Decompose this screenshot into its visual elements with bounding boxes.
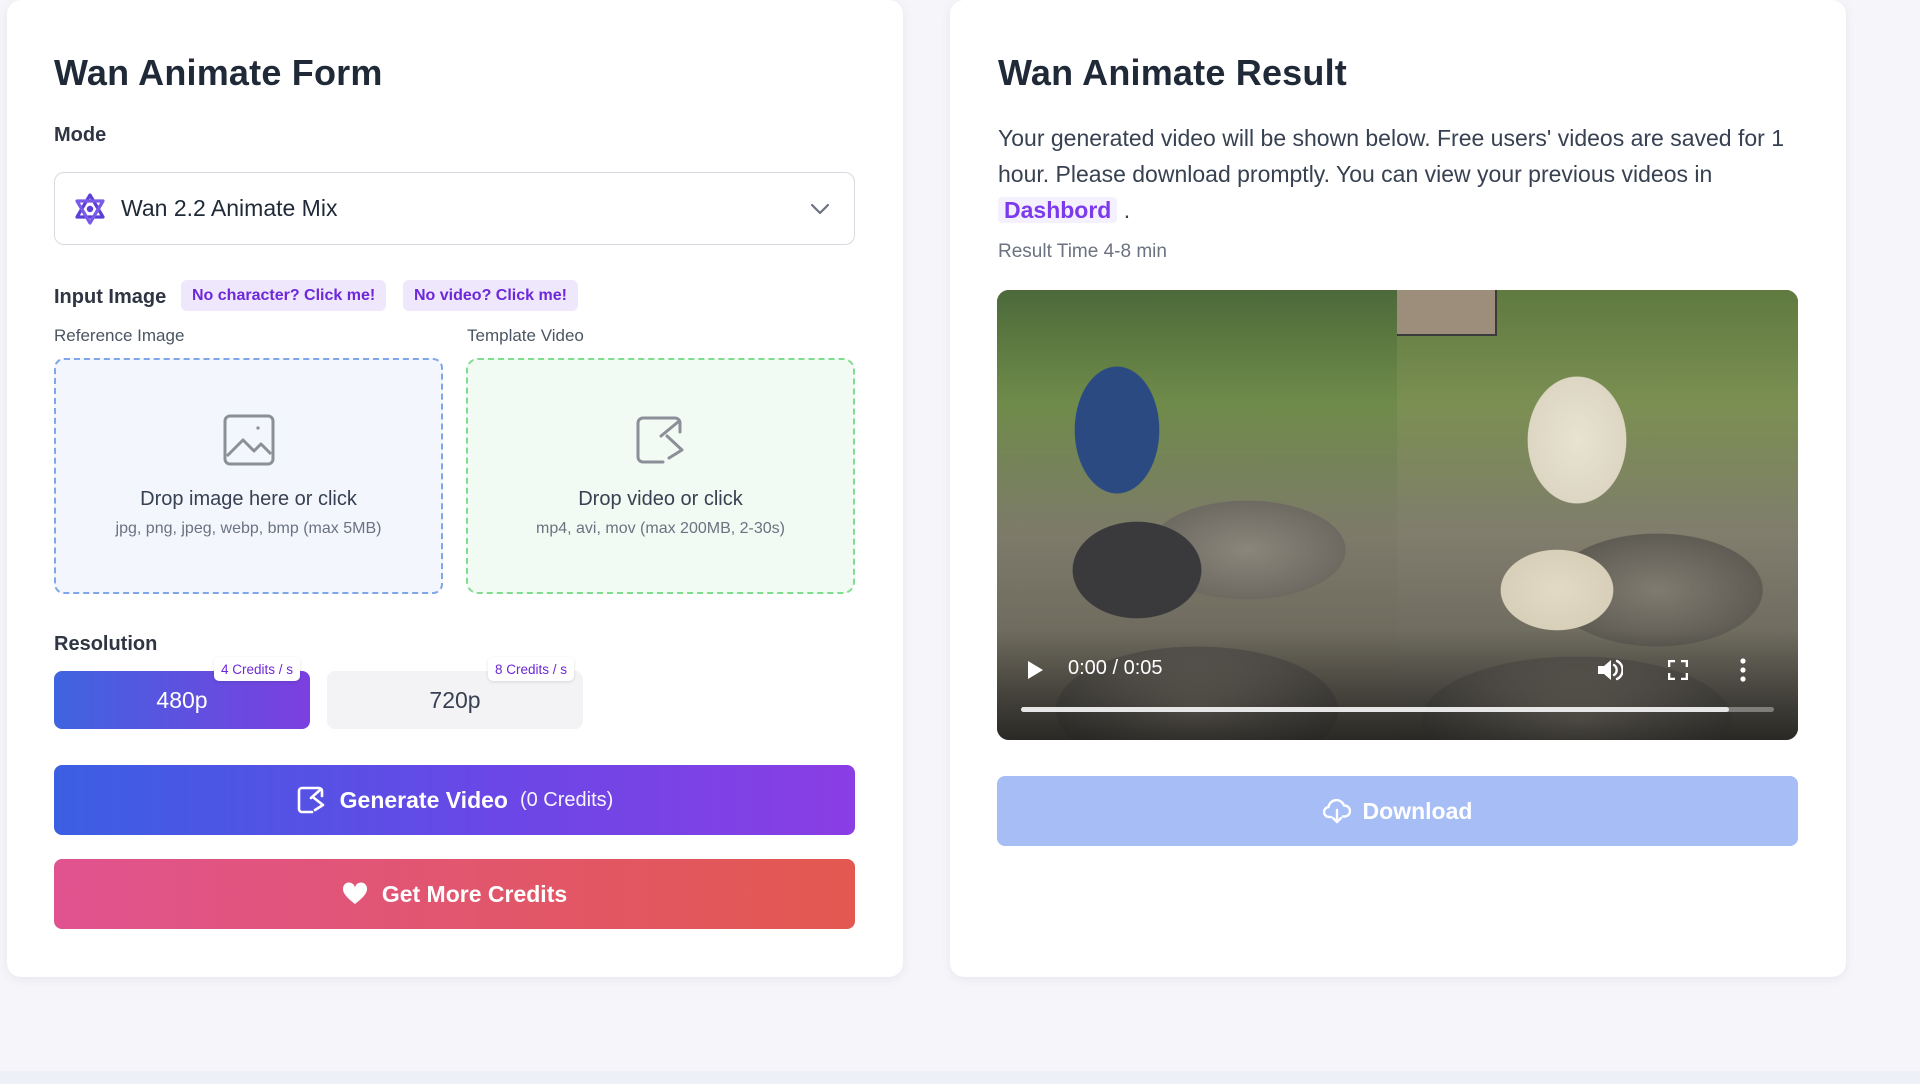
mode-select-value: Wan 2.2 Animate Mix bbox=[121, 195, 338, 221]
play-icon[interactable] bbox=[1025, 660, 1045, 680]
resolution-label: Resolution bbox=[54, 633, 158, 655]
template-video-label: Template Video bbox=[467, 326, 584, 345]
form-title: Wan Animate Form bbox=[54, 52, 383, 93]
dashboard-link[interactable]: Dashbord bbox=[998, 197, 1118, 223]
video-drop-title: Drop video or click bbox=[578, 488, 743, 510]
result-card: Wan Animate Result Your generated video … bbox=[950, 0, 1846, 977]
credits-per-second-badge: 8 Credits / s bbox=[488, 657, 575, 681]
result-video-player[interactable]: 0:00 / 0:05 bbox=[997, 290, 1798, 740]
cloud-download-icon bbox=[1322, 798, 1351, 824]
credits-per-second-badge: 4 Credits / s bbox=[214, 657, 301, 681]
no-video-pill[interactable]: No video? Click me! bbox=[403, 280, 578, 311]
download-label: Download bbox=[1362, 797, 1473, 824]
video-progress-bar[interactable] bbox=[1021, 707, 1774, 712]
result-description-text: Your generated video will be shown below… bbox=[998, 125, 1784, 187]
model-logo-icon bbox=[73, 192, 107, 226]
image-drop-title: Drop image here or click bbox=[140, 488, 357, 510]
page-footer-strip bbox=[0, 1071, 1920, 1084]
generate-video-label: Generate Video bbox=[339, 786, 508, 813]
video-drop-hint: mp4, avi, mov (max 200MB, 2-30s) bbox=[536, 520, 785, 537]
video-generate-icon bbox=[297, 786, 324, 814]
volume-icon[interactable] bbox=[1597, 658, 1623, 682]
input-image-label: Input Image bbox=[54, 286, 167, 308]
video-time: 0:00 / 0:05 bbox=[1068, 657, 1163, 679]
image-icon bbox=[223, 414, 274, 466]
reference-image-label: Reference Image bbox=[54, 326, 185, 345]
no-character-pill[interactable]: No character? Click me! bbox=[181, 280, 387, 311]
more-options-icon[interactable] bbox=[1740, 658, 1746, 682]
generate-video-button[interactable]: Generate Video (0 Credits) bbox=[54, 765, 855, 835]
video-controls-shade bbox=[997, 630, 1798, 740]
result-title: Wan Animate Result bbox=[998, 52, 1347, 93]
download-button[interactable]: Download bbox=[997, 776, 1798, 846]
result-description: Your generated video will be shown below… bbox=[998, 120, 1788, 228]
fullscreen-icon[interactable] bbox=[1668, 660, 1688, 680]
heart-icon bbox=[342, 882, 367, 904]
video-inset-thumbnail bbox=[1397, 290, 1497, 336]
video-upload-icon bbox=[636, 416, 683, 464]
get-more-credits-button[interactable]: Get More Credits bbox=[54, 859, 855, 929]
image-drop-hint: jpg, png, jpeg, webp, bmp (max 5MB) bbox=[115, 520, 382, 537]
get-more-credits-label: Get More Credits bbox=[381, 880, 568, 907]
form-card: Wan Animate Form Mode Wan 2.2 Animate Mi… bbox=[7, 0, 903, 977]
result-time: Result Time 4-8 min bbox=[998, 241, 1167, 262]
reference-image-dropzone[interactable]: Drop image here or click jpg, png, jpeg,… bbox=[54, 358, 443, 594]
template-video-dropzone[interactable]: Drop video or click mp4, avi, mov (max 2… bbox=[466, 358, 855, 594]
mode-select[interactable]: Wan 2.2 Animate Mix bbox=[54, 172, 855, 245]
mode-label: Mode bbox=[54, 124, 107, 146]
generate-credits-cost: (0 Credits) bbox=[519, 788, 614, 811]
chevron-down-icon bbox=[810, 203, 830, 215]
result-description-end: . bbox=[1123, 197, 1131, 223]
video-progress-fill bbox=[1021, 707, 1729, 712]
